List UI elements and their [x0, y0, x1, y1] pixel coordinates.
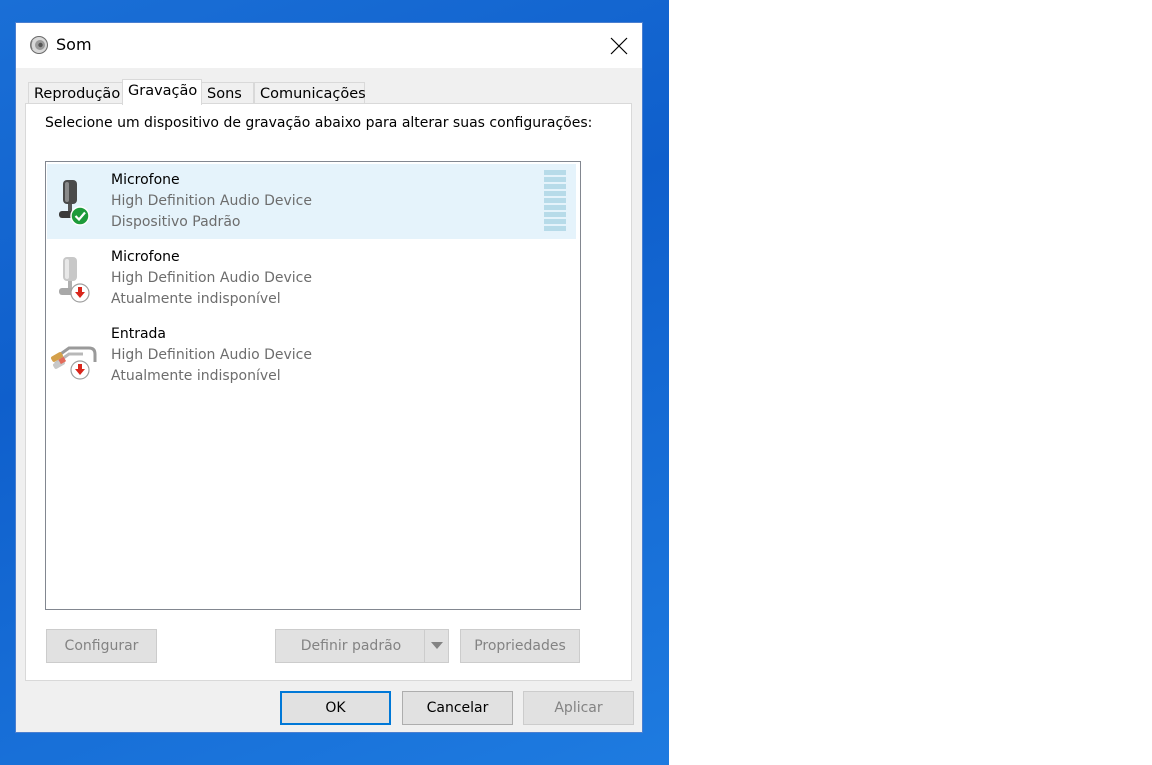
window-title: Som: [56, 35, 92, 54]
set-default-label: Definir padrão: [300, 638, 402, 654]
apply-button[interactable]: Aplicar: [523, 691, 634, 725]
close-icon: [610, 37, 628, 54]
device-status: Atualmente indisponível: [111, 368, 281, 384]
list-item-device[interactable]: Microfone High Definition Audio Device D…: [47, 164, 576, 239]
microphone-icon: [59, 180, 90, 226]
sound-dialog: Som Reprodução Gravação Sons Comunicaçõe…: [15, 22, 643, 733]
device-status: Atualmente indisponível: [111, 291, 281, 307]
instruction-text: Selecione um dispositivo de gravação aba…: [45, 115, 593, 131]
set-default-dropdown[interactable]: [424, 630, 448, 662]
cancel-button[interactable]: Cancelar: [402, 691, 513, 725]
tab-sons[interactable]: Sons: [201, 82, 254, 104]
device-description: High Definition Audio Device: [111, 347, 312, 363]
microphone-icon: [59, 257, 90, 303]
configure-button[interactable]: Configurar: [46, 629, 157, 663]
tab-comunicacoes[interactable]: Comunicações: [254, 82, 366, 104]
set-default-button[interactable]: Definir padrão: [275, 629, 449, 663]
list-item-device[interactable]: Entrada High Definition Audio Device Atu…: [47, 318, 576, 393]
level-meter: [544, 170, 566, 231]
speaker-icon: [30, 36, 48, 54]
device-description: High Definition Audio Device: [111, 270, 312, 286]
ok-button[interactable]: OK: [280, 691, 391, 725]
default-check-badge: [70, 206, 90, 226]
device-status: Dispositivo Padrão: [111, 214, 241, 230]
title-bar[interactable]: Som: [16, 23, 642, 68]
recording-panel: Selecione um dispositivo de gravação aba…: [25, 103, 632, 681]
tab-gravacao[interactable]: Gravação: [122, 79, 202, 105]
close-button[interactable]: [596, 23, 642, 68]
device-name: Microfone: [111, 249, 180, 265]
line-in-cable-icon: [51, 346, 97, 380]
unavailable-arrow-badge: [70, 360, 90, 380]
chevron-down-icon: [430, 642, 443, 649]
unavailable-arrow-badge: [70, 283, 90, 303]
device-list[interactable]: Microfone High Definition Audio Device D…: [45, 161, 581, 610]
tab-reproducao[interactable]: Reprodução: [28, 82, 124, 104]
list-item-device[interactable]: Microfone High Definition Audio Device A…: [47, 241, 576, 316]
properties-button[interactable]: Propriedades: [460, 629, 580, 663]
device-description: High Definition Audio Device: [111, 193, 312, 209]
device-name: Entrada: [111, 326, 167, 342]
device-name: Microfone: [111, 172, 180, 188]
